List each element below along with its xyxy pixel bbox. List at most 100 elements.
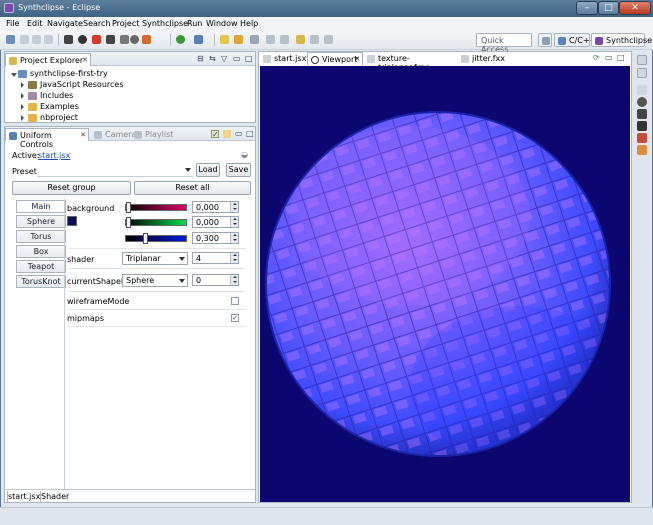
background-g-slider[interactable]	[125, 217, 187, 228]
tab-playlist[interactable]: Playlist	[131, 128, 173, 141]
background-swatch[interactable]	[67, 216, 77, 226]
expand-arrow-icon[interactable]	[21, 104, 24, 110]
maximize-view-icon[interactable]: □	[245, 55, 253, 63]
gear-icon[interactable]	[637, 97, 647, 107]
forward-icon[interactable]	[310, 35, 319, 44]
active-file-link[interactable]: start.jsx	[38, 151, 70, 160]
export-icon[interactable]	[142, 35, 151, 44]
spin-down-icon[interactable]	[230, 280, 238, 285]
current-shape-combo[interactable]: Sphere	[122, 274, 188, 287]
group-tab-torusknot[interactable]: TorusKnot	[16, 275, 66, 288]
close-icon[interactable]: ✕	[354, 55, 360, 63]
hash-icon[interactable]	[637, 85, 647, 95]
slider-thumb[interactable]	[126, 202, 131, 213]
spin-down-icon[interactable]	[230, 222, 238, 227]
shader-combo[interactable]: Triplanar	[122, 252, 188, 265]
editor-tab-viewport[interactable]: Viewport ✕	[307, 52, 363, 65]
nav-icon[interactable]	[266, 35, 275, 44]
refresh-icon[interactable]: ⟳	[593, 54, 601, 62]
close-button[interactable]: ✕	[619, 1, 651, 15]
group-tab-teapot[interactable]: Teapot	[16, 260, 66, 273]
bottom-tab-shader[interactable]: Shader	[41, 491, 69, 503]
close-icon[interactable]: ✕	[80, 131, 86, 139]
print-icon[interactable]	[44, 35, 53, 44]
new-icon[interactable]	[6, 35, 15, 44]
expand-arrow-icon[interactable]	[21, 115, 24, 121]
settings-icon[interactable]: ◒	[241, 151, 249, 159]
background-b-spinner[interactable]: 0,300	[192, 232, 239, 244]
chevron-down-icon[interactable]	[185, 168, 191, 172]
maximize-button[interactable]: □	[598, 1, 619, 15]
viewport-canvas[interactable]	[260, 66, 630, 502]
save-all-icon[interactable]	[32, 35, 41, 44]
play-icon[interactable]	[64, 35, 73, 44]
menu-edit[interactable]: Edit	[27, 19, 43, 28]
annotation-icon[interactable]	[280, 35, 289, 44]
run-icon[interactable]	[92, 35, 101, 44]
maximize-view-icon[interactable]: □	[246, 130, 254, 138]
close-icon[interactable]: ✕	[82, 56, 88, 64]
group-tab-main[interactable]: Main	[16, 200, 66, 213]
minimize-button[interactable]: –	[576, 1, 598, 15]
view-menu-icon[interactable]: ▽	[221, 55, 229, 63]
wireframe-checkbox[interactable]	[231, 297, 239, 305]
mipmaps-checkbox[interactable]: ✓	[231, 314, 239, 322]
pause-icon[interactable]	[120, 35, 129, 44]
record-icon[interactable]	[78, 35, 87, 44]
save-icon[interactable]	[20, 35, 29, 44]
check-toggle-icon[interactable]: ✓	[211, 130, 219, 139]
minimize-view-icon[interactable]: ▭	[233, 55, 241, 63]
slider-thumb[interactable]	[143, 233, 148, 244]
step-icon[interactable]	[106, 35, 115, 44]
current-shape-index-spinner[interactable]: 0	[192, 274, 239, 286]
debug-icon[interactable]	[194, 35, 203, 44]
tab-camera[interactable]: Camera	[91, 128, 136, 141]
menu-file[interactable]: File	[6, 19, 19, 28]
tab-uniform-controls[interactable]: Uniform Controls ✕	[5, 128, 89, 149]
expand-arrow-icon[interactable]	[21, 93, 24, 99]
background-g-spinner[interactable]: 0,000	[192, 216, 239, 228]
group-tab-torus[interactable]: Torus	[16, 230, 66, 243]
editor-tab-jitter[interactable]: jitter.fxx	[458, 52, 508, 65]
search-icon[interactable]	[250, 35, 259, 44]
perspective-cpp[interactable]: C/C++	[554, 33, 596, 47]
open-folder-icon[interactable]	[220, 35, 229, 44]
restore-view-icon[interactable]	[637, 55, 647, 65]
build-icon[interactable]	[234, 35, 243, 44]
link-editor-icon[interactable]: ⇆	[209, 55, 217, 63]
editor-tab-triplanar[interactable]: texture-triplanar.frag	[364, 52, 458, 72]
menu-project[interactable]: Project	[112, 19, 139, 28]
film-icon[interactable]	[637, 109, 647, 119]
run-green-icon[interactable]	[176, 35, 185, 44]
expand-arrow-icon[interactable]	[11, 73, 17, 80]
chevron-down-icon[interactable]	[179, 257, 185, 261]
menu-synthclipse[interactable]: Synthclipse	[142, 19, 188, 28]
open-perspective-button[interactable]	[538, 33, 552, 47]
maximize-view-icon[interactable]: □	[617, 54, 625, 62]
music-icon[interactable]	[637, 121, 647, 131]
error-log-icon[interactable]	[637, 133, 647, 143]
menu-help[interactable]: Help	[240, 19, 258, 28]
menu-window[interactable]: Window	[206, 19, 238, 28]
collapse-all-icon[interactable]: ⊟	[197, 55, 205, 63]
tab-project-explorer[interactable]: Project Explorer ✕	[5, 53, 91, 66]
last-edit-icon[interactable]	[324, 35, 333, 44]
background-r-spinner[interactable]: 0,000	[192, 201, 239, 213]
group-tab-box[interactable]: Box	[16, 245, 66, 258]
perspective-synthclipse[interactable]: Synthclipse	[591, 33, 652, 47]
editor-tab-start-jsx[interactable]: start.jsx	[260, 52, 306, 65]
spin-down-icon[interactable]	[230, 258, 238, 263]
chevron-down-icon[interactable]	[179, 279, 185, 283]
slider-thumb[interactable]	[126, 217, 131, 228]
bottom-tab-start-jsx[interactable]: start.jsx	[7, 491, 41, 503]
shader-index-spinner[interactable]: 4	[192, 252, 239, 264]
save-preset-button[interactable]: Save	[226, 163, 251, 177]
background-b-slider[interactable]	[125, 233, 187, 244]
outline-view-icon[interactable]	[637, 68, 647, 78]
reset-all-button[interactable]: Reset all	[134, 181, 251, 195]
reset-group-button[interactable]: Reset group	[12, 181, 131, 195]
spin-down-icon[interactable]	[230, 238, 238, 243]
minimize-view-icon[interactable]: ▭	[605, 54, 613, 62]
reload-icon[interactable]	[130, 35, 139, 44]
spin-down-icon[interactable]	[230, 207, 238, 212]
